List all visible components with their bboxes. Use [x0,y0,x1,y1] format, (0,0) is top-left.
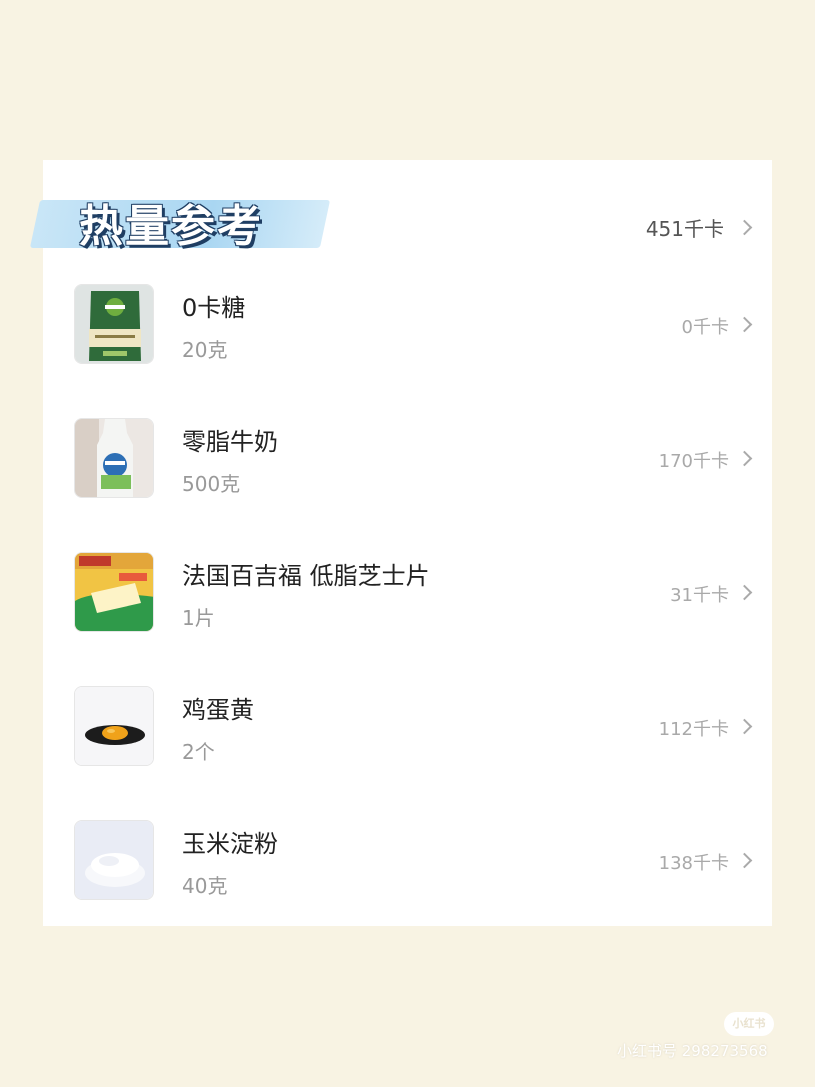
total-calories: 451千卡 [645,217,724,241]
food-item-sugar[interactable]: 0卡糖 20克 0千卡 [43,284,772,418]
food-quantity: 500克 [182,472,241,496]
food-name: 0卡糖 [182,294,246,322]
calorie-header[interactable]: 热量参考 451千卡 [29,160,772,272]
food-calories: 170千卡 [658,451,729,472]
food-item-cornstarch[interactable]: 玉米淀粉 40克 138千卡 [43,820,772,954]
sweetener-pouch-icon [74,284,154,364]
cornstarch-bowl-icon [74,820,154,900]
food-calories: 112千卡 [658,719,729,740]
chevron-right-icon [736,219,753,236]
watermark-logo: 小红书 [724,1012,774,1036]
food-item-egg-yolk[interactable]: 鸡蛋黄 2个 112千卡 [43,686,772,820]
food-item-cheese[interactable]: 法国百吉福 低脂芝士片 1片 31千卡 [43,552,772,686]
egg-yolk-icon [74,686,154,766]
food-quantity: 20克 [182,338,228,362]
watermark-text: 小红书号 298273568 [617,1042,768,1060]
food-name: 零脂牛奶 [182,428,278,456]
chevron-right-icon [736,584,753,601]
food-calories: 138千卡 [658,853,729,874]
chevron-right-icon [736,852,753,869]
food-quantity: 2个 [182,740,215,764]
food-quantity: 40克 [182,874,228,898]
food-name: 鸡蛋黄 [182,696,254,724]
food-quantity: 1片 [182,606,215,630]
calorie-card: 热量参考 451千卡 0卡糖 20克 0千卡 零脂牛奶 500克 170千卡 法… [29,160,772,926]
food-calories: 0千卡 [681,317,729,338]
cheese-pack-icon [74,552,154,632]
food-name: 法国百吉福 低脂芝士片 [182,562,430,590]
chevron-right-icon [736,718,753,735]
food-name: 玉米淀粉 [182,830,278,858]
food-calories: 31千卡 [670,585,729,606]
milk-bottle-icon [74,418,154,498]
chevron-right-icon [736,316,753,333]
page-title: 热量参考 [79,201,263,252]
chevron-right-icon [736,450,753,467]
food-item-milk[interactable]: 零脂牛奶 500克 170千卡 [43,418,772,552]
